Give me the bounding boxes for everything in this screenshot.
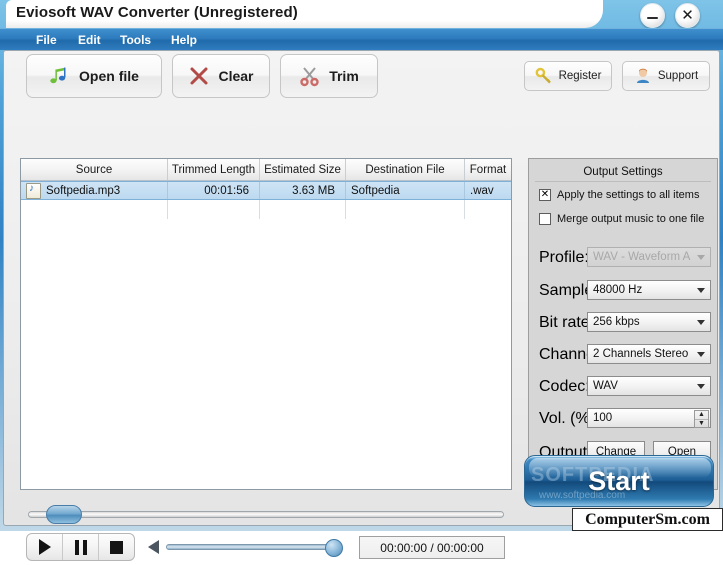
bitrate-select[interactable]: 256 kbps [587,312,711,332]
register-button[interactable]: Register [524,61,612,91]
codec-label: Codec: [539,377,590,395]
application-window: Eviosoft WAV Converter (Unregistered) ✕ … [0,0,723,561]
trim-label: Trim [329,68,359,84]
person-icon [636,68,649,83]
channels-select[interactable]: 2 Channels Stereo [587,344,711,364]
trim-button[interactable]: Trim [280,54,378,98]
cell-source: Softpedia.mp3 [21,182,168,199]
table-row[interactable]: Softpedia.mp3 00:01:56 3.63 MB Softpedia… [21,181,511,200]
menu-item-edit[interactable]: Edit [72,32,107,48]
spinner-down-icon[interactable]: ▼ [695,420,708,428]
profile-value: WAV - Waveform A [593,251,691,263]
profile-label: Profile: [539,248,589,266]
stop-button[interactable] [99,534,134,560]
merge-output-checkbox[interactable] [539,213,551,225]
time-display: 00:00:00 / 00:00:00 [359,536,505,559]
start-button-label: Start [588,465,650,496]
window-title: Eviosoft WAV Converter (Unregistered) [16,4,298,21]
volume-spinner[interactable]: ▲ ▼ [694,410,709,428]
chevron-down-icon [697,384,705,389]
bitrate-value: 256 kbps [593,316,640,328]
minimize-icon [647,17,658,19]
bitrate-label: Bit rate: [539,313,595,331]
clear-label: Clear [218,68,254,84]
spinner-up-icon[interactable]: ▲ [695,411,708,420]
profile-select: WAV - Waveform A [587,247,711,267]
title-bar: Eviosoft WAV Converter (Unregistered) ✕ [0,0,723,30]
player-controls: 00:00:00 / 00:00:00 [20,499,512,565]
menu-bar: File Edit Tools Help [0,28,723,50]
file-list-header: Source Trimmed Length Estimated Size Des… [21,159,511,181]
apply-all-label: Apply the settings to all items [557,189,700,201]
volume-slider-thumb[interactable] [325,539,343,557]
cell-destination-file: Softpedia [346,182,465,199]
speaker-icon [148,540,159,554]
pause-button[interactable] [63,534,99,560]
codec-select[interactable]: WAV [587,376,711,396]
output-settings-panel: Output Settings ✕ Apply the settings to … [528,158,718,490]
start-button[interactable]: SOFTPEDIA www.softpedia.com Start [524,455,714,507]
open-file-button[interactable]: Open file [26,54,162,98]
cell-estimated-size: 3.63 MB [260,182,346,199]
sample-select[interactable]: 48000 Hz [587,280,711,300]
menu-item-file[interactable]: File [30,32,63,48]
key-icon [535,67,551,84]
music-note-icon [50,67,66,84]
merge-output-label: Merge output music to one file [557,213,705,225]
cell-format: .wav [470,184,494,197]
support-button[interactable]: Support [622,61,710,91]
play-icon [38,539,51,555]
chevron-down-icon [697,320,705,325]
merge-output-checkbox-row[interactable]: Merge output music to one file [539,213,704,225]
codec-value: WAV [593,380,618,392]
chevron-down-icon [697,288,705,293]
volume-slider-track[interactable] [166,544,338,550]
column-header-trimmed-length[interactable]: Trimmed Length [168,159,260,180]
column-header-source[interactable]: Source [21,159,168,180]
transport-buttons [26,533,135,561]
menu-item-tools[interactable]: Tools [114,32,157,48]
channels-value: 2 Channels Stereo [593,348,689,360]
support-label: Support [657,70,699,82]
apply-settings-to-all-checkbox-row[interactable]: ✕ Apply the settings to all items [539,189,699,201]
seek-slider-thumb[interactable] [46,505,82,524]
chevron-down-icon [697,255,705,260]
chevron-down-icon [697,352,705,357]
pause-icon [74,539,87,555]
audio-file-icon [26,182,41,199]
open-file-label: Open file [79,68,139,84]
sample-value: 48000 Hz [593,284,643,296]
output-settings-title: Output Settings [535,163,711,182]
file-list-empty-area [21,200,511,219]
close-icon: ✕ [681,6,694,24]
clear-button[interactable]: Clear [172,54,270,98]
column-header-format[interactable]: Format [465,159,511,180]
cell-source-label: Softpedia.mp3 [46,184,121,197]
cell-trimmed-length: 00:01:56 [168,182,260,199]
volume-value: 100 [593,412,613,424]
column-header-destination-file[interactable]: Destination File [346,159,465,180]
close-button[interactable]: ✕ [675,3,700,28]
apply-all-checkbox[interactable]: ✕ [539,189,551,201]
column-header-estimated-size[interactable]: Estimated Size [260,159,346,180]
seek-slider-track[interactable] [28,511,504,518]
x-cross-icon [190,67,208,85]
menu-item-help[interactable]: Help [165,32,203,48]
volume-stepper[interactable]: 100 ▲ ▼ [587,408,711,428]
file-list[interactable]: Source Trimmed Length Estimated Size Des… [20,158,512,490]
play-button[interactable] [27,534,63,560]
scissors-icon [300,67,319,87]
register-label: Register [558,70,602,82]
minimize-button[interactable] [640,3,665,28]
footer-watermark: ComputerSm.com [572,508,723,531]
stop-icon [110,540,123,554]
